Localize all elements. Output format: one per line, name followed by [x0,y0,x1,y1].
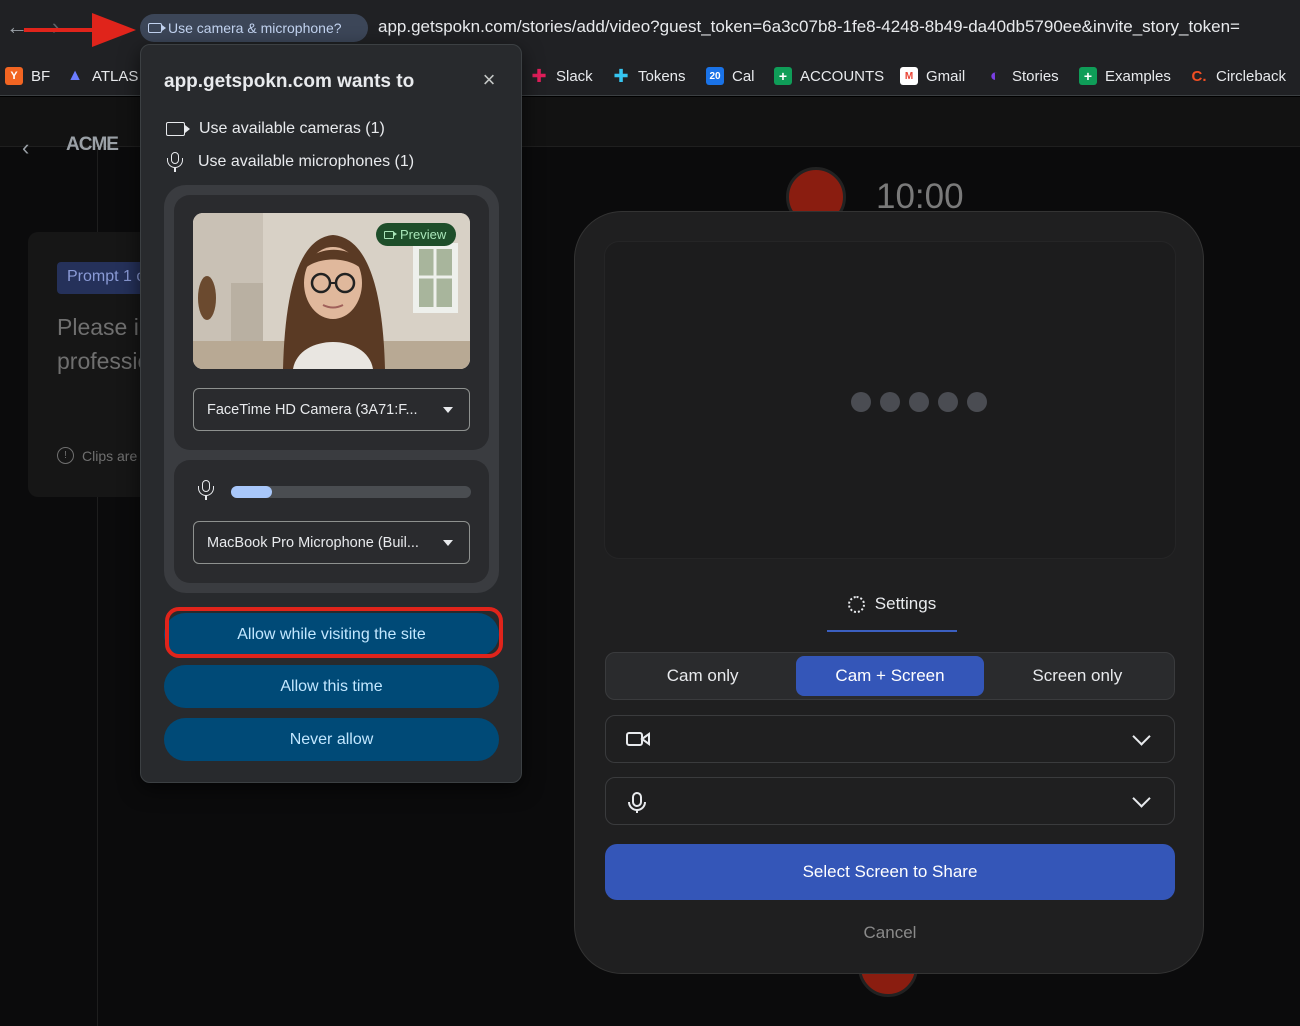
close-icon[interactable]: × [479,69,499,91]
mode-cam-only[interactable]: Cam only [609,656,796,696]
chevron-down-icon [1132,727,1151,746]
loading-dots [851,392,987,412]
url-field[interactable]: app.getspokn.com/stories/add/video?guest… [378,17,1300,37]
camera-icon [148,23,166,33]
microphone-dropdown[interactable]: MacBook Pro Microphone (Buil... [193,521,470,564]
microphone-icon [166,152,184,172]
sheets-icon: + [774,67,792,85]
y-combinator-icon: Y [5,67,23,85]
bookmark-atlas[interactable]: ▲ ATLAS [66,64,138,88]
slack-icon: ✚ [613,65,629,86]
microphone-icon [197,480,215,500]
camera-card: Preview FaceTime HD Camera (3A71:F... [174,195,489,450]
gmail-icon: M [900,67,918,85]
camera-dropdown[interactable]: FaceTime HD Camera (3A71:F... [193,388,470,431]
acme-logo: ACME [66,134,119,155]
device-group: Preview FaceTime HD Camera (3A71:F... Ma… [164,185,499,593]
dialog-title: app.getspokn.com wants to [164,71,415,92]
microphones-permission: Use available microphones (1) [166,152,414,172]
microphone-card: MacBook Pro Microphone (Buil... [174,460,489,583]
microphone-icon [628,792,646,813]
never-allow-button[interactable]: Never allow [164,718,499,761]
bookmark-examples[interactable]: + Examples [1079,64,1171,88]
mode-selector: Cam only Cam + Screen Screen only [605,652,1175,700]
bookmark-stories[interactable]: ◐ Stories [986,64,1059,88]
permission-chip[interactable]: Use camera & microphone? [140,14,368,42]
recorder-panel: Settings Cam only Cam + Screen Screen on… [574,211,1204,974]
bookmark-slack[interactable]: ✚ Slack [530,64,592,88]
bookmark-gmail[interactable]: M Gmail [900,64,965,88]
camera-preview-image: Preview [193,213,470,369]
cancel-button[interactable]: Cancel [825,923,955,943]
info-icon: ! [57,447,74,464]
sheets-icon: + [1079,67,1097,85]
permission-dialog: app.getspokn.com wants to × Use availabl… [140,44,522,783]
select-screen-button[interactable]: Select Screen to Share [605,844,1175,900]
stories-icon: ◐ [989,66,1001,85]
bookmark-tokens[interactable]: ✚ Tokens [612,64,685,88]
prompt-card: Prompt 1 of Please introduce your profes… [28,232,158,497]
dropdown-arrow-icon [443,407,453,413]
circleback-icon: C. [1191,67,1207,85]
microphone-select[interactable] [605,777,1175,825]
allow-this-time-button[interactable]: Allow this time [164,665,499,708]
red-highlight-annotation [165,607,503,658]
mic-level-fill [231,486,272,498]
dropdown-arrow-icon [443,540,453,546]
bookmark-cal[interactable]: 20 Cal [706,64,755,88]
permission-chip-label: Use camera & microphone? [168,20,342,36]
bookmark-circleback[interactable]: C. Circleback [1190,64,1287,88]
camera-icon [384,230,397,239]
mic-level-meter [231,486,471,498]
atlas-icon: ▲ [67,67,83,84]
chevron-left-icon[interactable]: ‹ [22,135,29,161]
clips-info: ! Clips are [57,447,137,464]
bookmark-bf[interactable]: Y BF [5,64,50,88]
preview-badge: Preview [376,223,457,246]
camera-icon [166,122,190,136]
gear-icon [847,596,865,613]
red-arrow-annotation [24,13,136,47]
cameras-permission: Use available cameras (1) [166,120,385,138]
camera-select[interactable] [605,715,1175,763]
mode-screen-only[interactable]: Screen only [984,656,1171,696]
camera-icon [626,732,650,746]
chevron-down-icon [1132,789,1151,808]
mode-cam-screen[interactable]: Cam + Screen [796,656,984,696]
settings-tab[interactable]: Settings [827,594,957,632]
video-preview-area [605,242,1175,558]
calendar-icon: 20 [706,67,724,85]
bookmark-accounts[interactable]: + ACCOUNTS [774,64,884,88]
slack-icon: ✚ [531,65,547,86]
